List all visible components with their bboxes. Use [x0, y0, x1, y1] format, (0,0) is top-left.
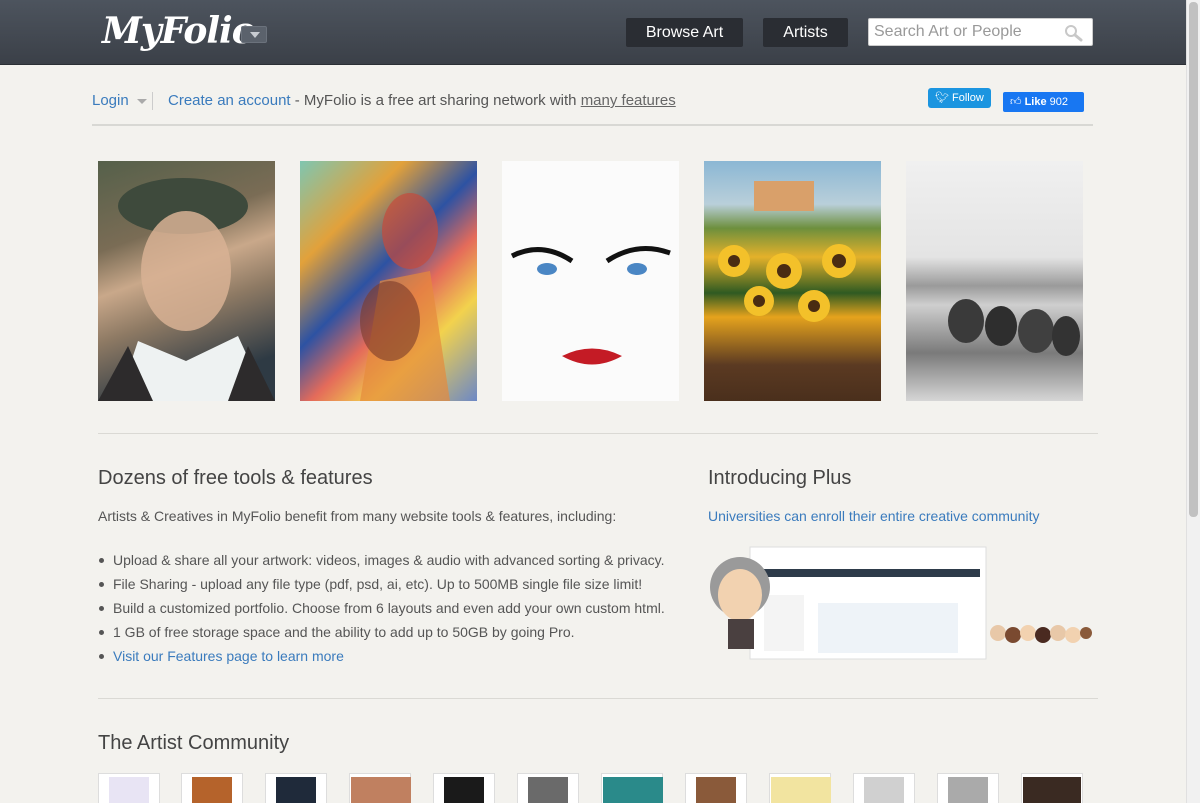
logo-dropdown-button[interactable] — [241, 26, 267, 43]
member-avatar[interactable] — [181, 773, 243, 803]
artwork-thumbnail-face[interactable] — [502, 161, 679, 401]
artwork-thumbnail-portrait-man[interactable] — [98, 161, 275, 401]
member-avatar[interactable] — [433, 773, 495, 803]
tagline: Create an account - MyFolio is a free ar… — [168, 92, 676, 109]
plus-heading: Introducing Plus — [708, 467, 852, 489]
features-page-link[interactable]: Visit our Features page to learn more — [99, 647, 665, 671]
login-row: Login Create an account - MyFolio is a f… — [92, 88, 1093, 126]
member-avatar[interactable] — [769, 773, 831, 803]
artwork-thumbnail-beach-photo[interactable] — [906, 161, 1083, 401]
many-features-link[interactable]: many features — [581, 92, 676, 109]
section-divider — [98, 698, 1098, 699]
facebook-like-count: 902 — [1049, 96, 1068, 108]
tools-intro: Artists & Creatives in MyFolio benefit f… — [98, 508, 617, 524]
community-heading: The Artist Community — [98, 732, 290, 754]
artwork-thumbnail-mother-child[interactable] — [300, 161, 477, 401]
list-item: Build a customized portfolio. Choose fro… — [99, 599, 665, 623]
search-icon[interactable] — [1063, 24, 1083, 42]
tagline-text: - MyFolio is a free art sharing network … — [290, 92, 581, 109]
create-account-link[interactable]: Create an account — [168, 92, 291, 109]
member-avatar[interactable] — [937, 773, 999, 803]
member-avatar[interactable] — [853, 773, 915, 803]
facebook-like-button[interactable]: 👍︎ Like 902 — [1003, 92, 1084, 112]
member-avatar[interactable] — [685, 773, 747, 803]
plus-illustration — [710, 546, 1092, 660]
member-avatar[interactable] — [349, 773, 411, 803]
artwork-thumbnail-sunflowers[interactable] — [704, 161, 881, 401]
login-link[interactable]: Login — [92, 92, 129, 109]
tools-list: Upload & share all your artwork: videos,… — [99, 551, 665, 671]
divider — [152, 92, 153, 110]
twitter-follow-button[interactable]: 🐦︎ Follow — [928, 88, 991, 108]
artists-button[interactable]: Artists — [763, 18, 848, 47]
list-item: Upload & share all your artwork: videos,… — [99, 551, 665, 575]
member-avatar[interactable] — [98, 773, 160, 803]
member-avatar[interactable] — [601, 773, 663, 803]
section-divider — [98, 433, 1098, 434]
myfolio-logo[interactable]: MyFolio — [102, 10, 256, 52]
member-avatar[interactable] — [265, 773, 327, 803]
search-box — [868, 18, 1093, 46]
search-input[interactable] — [869, 19, 1054, 45]
member-avatar[interactable] — [517, 773, 579, 803]
twitter-follow-label: Follow — [952, 92, 984, 104]
list-item: 1 GB of free storage space and the abili… — [99, 623, 665, 647]
page-scrollbar[interactable] — [1186, 0, 1200, 803]
list-item: File Sharing - upload any file type (pdf… — [99, 575, 665, 599]
login-caret-icon[interactable] — [137, 99, 147, 104]
top-navigation-bar: MyFolio Browse Art Artists — [0, 0, 1186, 65]
browse-art-button[interactable]: Browse Art — [626, 18, 743, 47]
facebook-like-label: Like — [1024, 96, 1047, 108]
thumbs-up-icon: 👍︎ — [1010, 96, 1022, 108]
member-avatar[interactable] — [1021, 773, 1083, 803]
tools-heading: Dozens of free tools & features — [98, 467, 373, 489]
twitter-bird-icon: 🐦︎ — [935, 92, 949, 104]
universities-enroll-link[interactable]: Universities can enroll their entire cre… — [708, 508, 1039, 524]
scrollbar-thumb[interactable] — [1189, 2, 1198, 517]
